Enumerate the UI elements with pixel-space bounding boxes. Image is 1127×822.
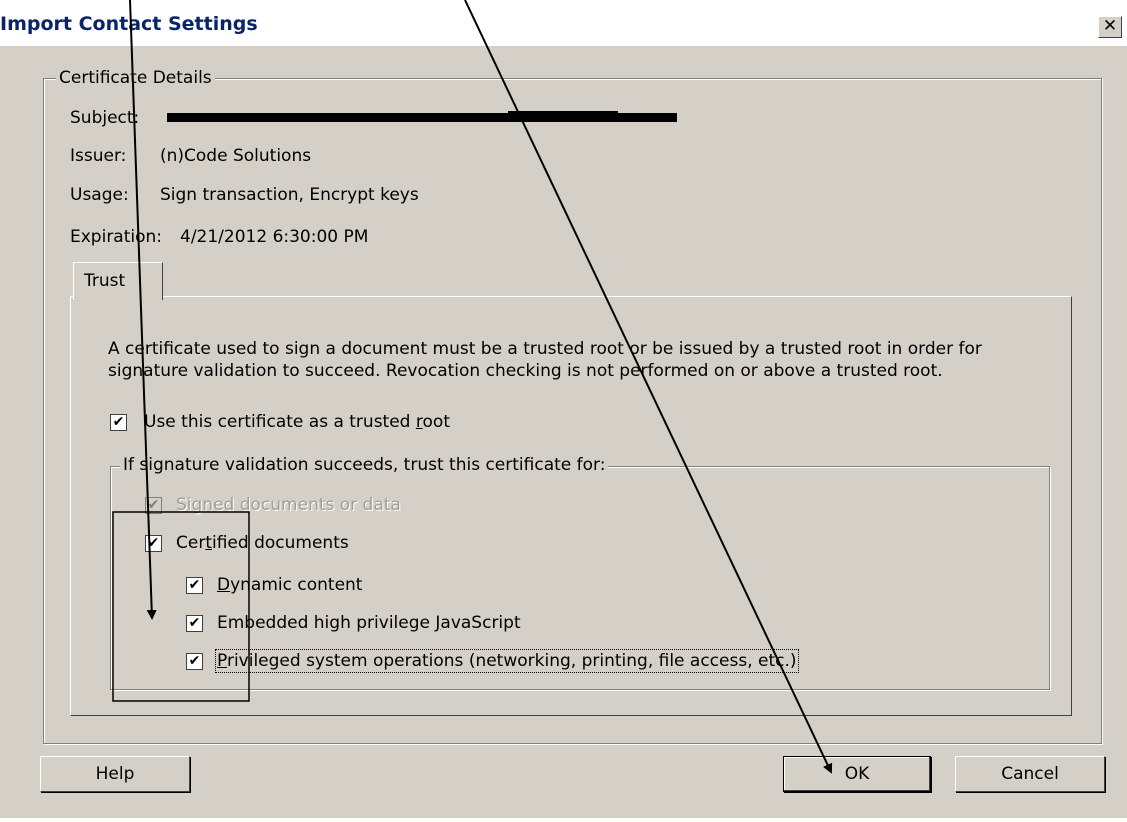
certified-documents-label[interactable]: Certified documents <box>176 533 349 553</box>
trust-for-group-legend: If signature validation succeeds, trust … <box>120 455 609 475</box>
javascript-label[interactable]: Embedded high privilege JavaScript <box>217 613 521 633</box>
issuer-label: Issuer: <box>70 146 127 166</box>
dynamic-content-checkbox[interactable]: ✔ <box>186 577 203 594</box>
trusted-root-label[interactable]: Use this certificate as a trusted root <box>144 412 450 432</box>
privileged-operations-checkbox[interactable]: ✔ <box>186 653 203 670</box>
cancel-button[interactable]: Cancel <box>955 756 1105 792</box>
signed-documents-label: Signed documents or data <box>176 495 401 515</box>
privileged-operations-label[interactable]: Privileged system operations (networking… <box>215 649 799 673</box>
subject-redacted-value-fragment <box>508 111 618 122</box>
tab-trust[interactable]: Trust <box>73 262 163 300</box>
trusted-root-checkbox[interactable]: ✔ <box>110 414 127 431</box>
dynamic-content-label[interactable]: Dynamic content <box>217 575 362 595</box>
usage-value: Sign transaction, Encrypt keys <box>160 185 419 205</box>
help-button[interactable]: Help <box>40 756 190 792</box>
issuer-value: (n)Code Solutions <box>160 146 312 166</box>
ok-button[interactable]: OK <box>783 756 931 792</box>
subject-label: Subject: <box>70 108 140 128</box>
certified-documents-checkbox[interactable]: ✔ <box>145 535 162 552</box>
close-button[interactable]: ✕ <box>1098 16 1122 38</box>
window-title: Import Contact Settings <box>0 13 258 35</box>
expiration-value: 4/21/2012 6:30:00 PM <box>180 227 369 247</box>
usage-label: Usage: <box>70 185 129 205</box>
certificate-details-legend: Certificate Details <box>56 68 215 88</box>
trust-description: A certificate used to sign a document mu… <box>108 339 982 381</box>
tab-trust-label: Trust <box>84 271 126 291</box>
title-bar[interactable]: Import Contact Settings ✕ <box>0 0 1127 46</box>
javascript-checkbox[interactable]: ✔ <box>186 615 203 632</box>
import-contact-settings-dialog: Import Contact Settings ✕ Certificate De… <box>0 0 1127 818</box>
signed-documents-checkbox[interactable]: ✔ <box>145 497 162 514</box>
expiration-label: Expiration: <box>70 227 163 247</box>
